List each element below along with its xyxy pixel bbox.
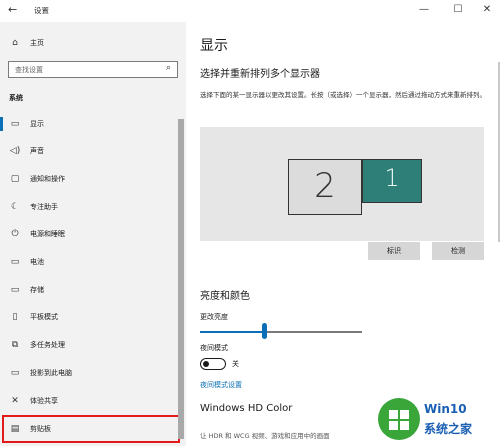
hdr-title: Windows HD Color	[200, 403, 293, 414]
sidebar-scrollbar[interactable]	[178, 119, 184, 439]
sidebar-item-label: 电源和睡眠	[30, 230, 65, 238]
power-icon: ⏻	[11, 229, 19, 239]
monitor-1[interactable]: 1	[362, 159, 422, 203]
page-title: 显示	[200, 38, 228, 54]
sidebar-item-tablet-mode[interactable]: ▯ 平板模式	[8, 310, 58, 324]
arrange-description: 选择下面的某一显示器以更改其设置。长按（或选择）一个显示器，然后通过拖动方式来重…	[200, 91, 486, 99]
multitask-icon: ⧉	[11, 340, 19, 350]
monitor-2[interactable]: 2	[288, 159, 362, 215]
monitor-number: 2	[314, 166, 336, 206]
tablet-icon: ▯	[12, 312, 18, 322]
storage-icon: ▭	[10, 285, 20, 295]
night-mode-settings-link[interactable]: 夜间模式设置	[200, 380, 242, 390]
sidebar-item-label: 通知和操作	[30, 175, 65, 183]
window-title: 设置	[34, 6, 49, 15]
sidebar-item-storage[interactable]: ▭ 存储	[8, 283, 44, 297]
brightness-slider-thumb[interactable]	[262, 323, 268, 339]
toggle-knob	[203, 360, 209, 367]
sidebar-item-label: 体验共享	[30, 397, 58, 405]
search-placeholder: 查找设置	[15, 66, 43, 74]
maximize-button[interactable]: ☐	[448, 2, 468, 18]
hdr-description: 让 HDR 和 WCG 视频、游戏和应用中的画面	[200, 432, 330, 440]
sidebar-item-projecting[interactable]: ▭ 投影到此电脑	[8, 366, 72, 380]
sidebar-item-label: 专注助手	[30, 203, 58, 211]
detect-button[interactable]: 检测	[432, 242, 484, 260]
notification-icon: ▢	[10, 174, 20, 184]
battery-icon: ▭	[10, 257, 20, 267]
active-indicator	[0, 117, 3, 131]
search-icon[interactable]: ⌕	[166, 63, 171, 73]
identify-button[interactable]: 标识	[368, 242, 420, 260]
watermark-line1: Win10	[424, 402, 467, 416]
monitor-arrangement: 2 1	[200, 127, 484, 241]
title-bar: ← 设置 — ☐ ✕	[0, 0, 500, 22]
close-button[interactable]: ✕	[477, 2, 497, 18]
sidebar-item-label: 平板模式	[30, 313, 58, 321]
night-mode-toggle[interactable]	[200, 358, 226, 370]
minimize-button[interactable]: —	[414, 2, 434, 18]
night-mode-state: 关	[232, 360, 239, 368]
sidebar-item-battery[interactable]: ▭ 电池	[8, 255, 44, 269]
night-mode-label: 夜间模式	[200, 344, 228, 352]
sidebar: ⌂ 主页 查找设置 ⌕ 系统 ▭ 显示 ◁) 声音 ▢ 通知和操作 ☾ 专注助手…	[0, 22, 186, 446]
sidebar-item-sound[interactable]: ◁) 声音	[8, 144, 44, 158]
highlight-box	[2, 415, 180, 443]
sidebar-item-label: 多任务处理	[30, 341, 65, 349]
sidebar-item-label: 投影到此电脑	[30, 369, 72, 377]
sidebar-item-shared-experiences[interactable]: ✕ 体验共享	[8, 394, 58, 408]
section-title: 系统	[9, 94, 23, 102]
main-panel: 显示 选择并重新排列多个显示器 选择下面的某一显示器以更改其设置。长按（或选择）…	[186, 22, 500, 446]
sidebar-item-multitasking[interactable]: ⧉ 多任务处理	[8, 338, 65, 352]
share-icon: ✕	[11, 396, 19, 406]
sidebar-item-label: 声音	[30, 147, 44, 155]
sidebar-item-label: 存储	[30, 286, 44, 294]
sidebar-item-power[interactable]: ⏻ 电源和睡眠	[8, 227, 65, 241]
sidebar-item-label: 显示	[30, 120, 44, 128]
windows-logo-icon	[378, 398, 420, 440]
watermark-line2: 系统之家	[424, 422, 473, 436]
sidebar-item-display[interactable]: ▭ 显示	[8, 117, 44, 131]
back-arrow-icon[interactable]: ←	[8, 3, 17, 16]
brightness-slider-fill	[200, 331, 265, 333]
moon-icon: ☾	[10, 202, 20, 212]
watermark: Win10 系统之家	[378, 396, 498, 442]
search-input[interactable]: 查找设置 ⌕	[8, 61, 178, 78]
brightness-label: 更改亮度	[200, 313, 228, 321]
sidebar-item-label: 主页	[30, 39, 44, 47]
monitor-icon: ▭	[10, 119, 20, 129]
sidebar-item-home[interactable]: ⌂ 主页	[8, 36, 44, 50]
project-icon: ▭	[10, 368, 20, 378]
sidebar-item-label: 电池	[30, 258, 44, 266]
sidebar-item-notifications[interactable]: ▢ 通知和操作	[8, 172, 65, 186]
sidebar-item-focus-assist[interactable]: ☾ 专注助手	[8, 200, 58, 214]
speaker-icon: ◁)	[9, 146, 21, 156]
home-icon: ⌂	[12, 38, 18, 48]
monitor-number: 1	[384, 164, 400, 192]
brightness-title: 亮度和颜色	[200, 291, 250, 302]
arrange-title: 选择并重新排列多个显示器	[200, 69, 320, 80]
